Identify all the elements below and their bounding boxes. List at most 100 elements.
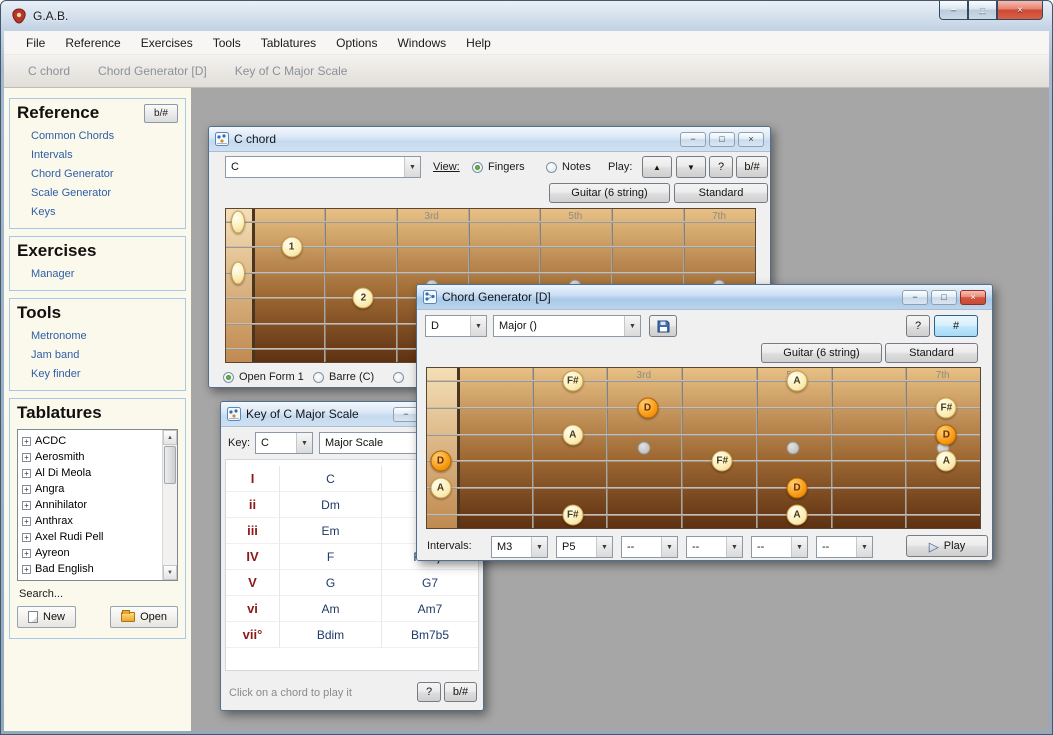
- chord-cell[interactable]: C: [280, 466, 382, 492]
- tree-item-ayreon[interactable]: +Ayreon: [22, 545, 177, 561]
- tree-item-anthrax[interactable]: +Anthrax: [22, 513, 177, 529]
- tree-item-angra[interactable]: +Angra: [22, 481, 177, 497]
- chord-cell[interactable]: Bdim: [280, 622, 382, 648]
- minimize-button[interactable]: −: [680, 132, 706, 147]
- generator-fretboard[interactable]: 3rd5th7thF#ADF#ADDF#AADF#A: [426, 367, 981, 529]
- form-other-radio[interactable]: [393, 370, 409, 384]
- scroll-up-icon[interactable]: ▲: [163, 430, 177, 445]
- expand-icon[interactable]: +: [22, 533, 31, 542]
- sharp-button[interactable]: #: [934, 315, 978, 337]
- expand-icon[interactable]: +: [22, 517, 31, 526]
- sidebar-item-intervals[interactable]: Intervals: [31, 149, 178, 161]
- expand-icon[interactable]: +: [22, 469, 31, 478]
- form-barre-c-radio[interactable]: Barre (C): [313, 370, 374, 384]
- interval-select-1[interactable]: M3 ▼: [491, 536, 548, 558]
- chord-select[interactable]: C ▼: [225, 156, 421, 178]
- play-down-button[interactable]: ▼: [676, 156, 706, 178]
- menu-options[interactable]: Options: [326, 32, 387, 54]
- menu-windows[interactable]: Windows: [387, 32, 456, 54]
- expand-icon[interactable]: +: [22, 581, 31, 582]
- chevron-down-icon[interactable]: ▼: [404, 157, 420, 177]
- maximize-button[interactable]: □: [709, 132, 735, 147]
- chevron-down-icon[interactable]: ▼: [856, 537, 872, 557]
- table-row[interactable]: vi Am Am7: [226, 596, 478, 622]
- chevron-down-icon[interactable]: ▼: [470, 316, 486, 336]
- tuning-button[interactable]: Standard: [674, 183, 768, 203]
- chevron-down-icon[interactable]: ▼: [726, 537, 742, 557]
- note-2[interactable]: 2: [353, 288, 374, 309]
- sidebar-item-metronome[interactable]: Metronome: [31, 330, 178, 342]
- seventh-cell[interactable]: Bm7b5: [382, 622, 478, 648]
- reference-flat-sharp-button[interactable]: b/#: [144, 104, 178, 123]
- tree-item-annihilator[interactable]: +Annihilator: [22, 497, 177, 513]
- maximize-button[interactable]: □: [968, 1, 997, 20]
- tree-item-acdc[interactable]: +ACDC: [22, 433, 177, 449]
- tree-item-bill[interactable]: +Bill Hal: [22, 577, 177, 581]
- play-button[interactable]: ▷ Play: [906, 535, 988, 557]
- chevron-down-icon[interactable]: ▼: [531, 537, 547, 557]
- tree-item-bad-english[interactable]: +Bad English: [22, 561, 177, 577]
- chevron-down-icon[interactable]: ▼: [596, 537, 612, 557]
- note-F#[interactable]: F#: [712, 451, 733, 472]
- sidebar-item-manager[interactable]: Manager: [31, 268, 178, 280]
- save-button[interactable]: [649, 315, 677, 337]
- table-row[interactable]: V G G7: [226, 570, 478, 596]
- minimize-button[interactable]: −: [902, 290, 928, 305]
- sidebar-item-jam-band[interactable]: Jam band: [31, 349, 178, 361]
- sidebar-item-scale-generator[interactable]: Scale Generator: [31, 187, 178, 199]
- titlebar[interactable]: G.A.B. − □ ×: [1, 1, 1052, 31]
- seventh-cell[interactable]: Am7: [382, 596, 478, 622]
- scrollbar-thumb[interactable]: [164, 446, 176, 484]
- sidebar-item-chord-generator[interactable]: Chord Generator: [31, 168, 178, 180]
- help-button[interactable]: ?: [906, 315, 930, 337]
- note-F#[interactable]: F#: [936, 398, 957, 419]
- note-A[interactable]: A: [562, 424, 583, 445]
- menu-tablatures[interactable]: Tablatures: [251, 32, 326, 54]
- chord-cell[interactable]: G: [280, 570, 382, 596]
- interval-select-4[interactable]: -- ▼: [686, 536, 743, 558]
- flat-sharp-button[interactable]: b/#: [736, 156, 768, 178]
- maximize-button[interactable]: □: [931, 290, 957, 305]
- sidebar-item-keys[interactable]: Keys: [31, 206, 178, 218]
- guitar-button[interactable]: Guitar (6 string): [549, 183, 670, 203]
- note-F#[interactable]: F#: [562, 371, 583, 392]
- scroll-down-icon[interactable]: ▼: [163, 565, 177, 580]
- tab-key-of-c-major[interactable]: Key of C Major Scale: [225, 56, 366, 86]
- chevron-down-icon[interactable]: ▼: [296, 433, 312, 453]
- key-select[interactable]: C ▼: [255, 432, 313, 454]
- close-button[interactable]: ×: [997, 1, 1043, 20]
- sidebar-item-common-chords[interactable]: Common Chords: [31, 130, 178, 142]
- expand-icon[interactable]: +: [22, 437, 31, 446]
- open-string-marker[interactable]: [231, 261, 245, 284]
- note-A[interactable]: A: [786, 504, 807, 525]
- notes-radio[interactable]: Notes: [546, 160, 591, 174]
- tree-item-axel-rudi-pell[interactable]: +Axel Rudi Pell: [22, 529, 177, 545]
- scrollbar[interactable]: ▲ ▼: [162, 430, 177, 580]
- new-button[interactable]: New: [17, 606, 76, 628]
- note-D[interactable]: D: [637, 398, 658, 419]
- table-row[interactable]: vii° Bdim Bm7b5: [226, 622, 478, 648]
- interval-select-2[interactable]: P5 ▼: [556, 536, 613, 558]
- tablatures-tree[interactable]: +ACDC +Aerosmith +Al Di Meola +Angra +An…: [17, 429, 178, 581]
- tab-chord-generator[interactable]: Chord Generator [D]: [88, 56, 225, 86]
- chord-cell[interactable]: Dm: [280, 492, 382, 518]
- expand-icon[interactable]: +: [22, 565, 31, 574]
- tuning-button[interactable]: Standard: [885, 343, 978, 363]
- expand-icon[interactable]: +: [22, 501, 31, 510]
- note-1[interactable]: 1: [281, 237, 302, 258]
- seventh-cell[interactable]: G7: [382, 570, 478, 596]
- interval-select-5[interactable]: -- ▼: [751, 536, 808, 558]
- tree-item-al-di-meola[interactable]: +Al Di Meola: [22, 465, 177, 481]
- expand-icon[interactable]: +: [22, 485, 31, 494]
- root-note-select[interactable]: D ▼: [425, 315, 487, 337]
- menu-file[interactable]: File: [16, 32, 55, 54]
- note-A[interactable]: A: [430, 478, 451, 499]
- minimize-button[interactable]: −: [939, 1, 968, 20]
- guitar-button[interactable]: Guitar (6 string): [761, 343, 882, 363]
- play-up-button[interactable]: ▲: [642, 156, 672, 178]
- chord-type-select[interactable]: Major () ▼: [493, 315, 641, 337]
- note-A[interactable]: A: [786, 371, 807, 392]
- tree-item-aerosmith[interactable]: +Aerosmith: [22, 449, 177, 465]
- search-label[interactable]: Search...: [19, 588, 178, 600]
- expand-icon[interactable]: +: [22, 453, 31, 462]
